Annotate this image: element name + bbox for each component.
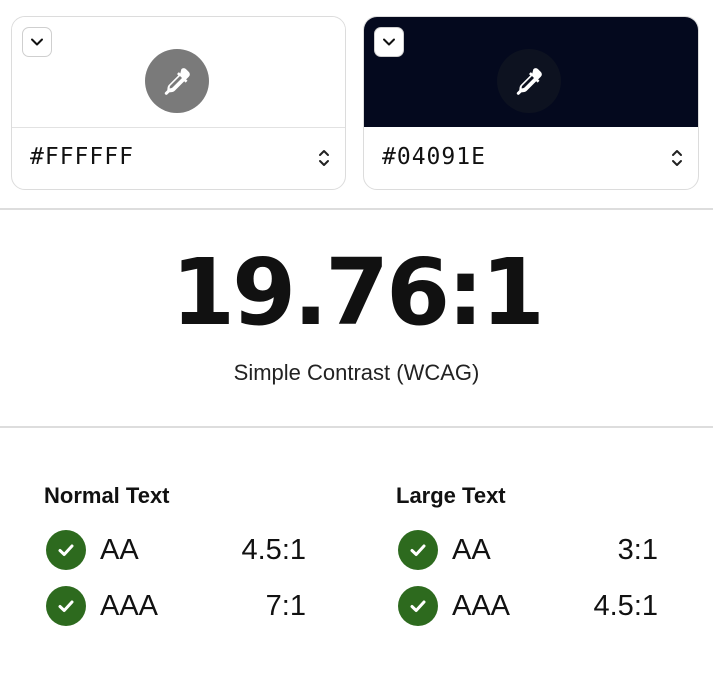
contrast-ratio-label: Simple Contrast (WCAG) <box>233 360 480 385</box>
check-circle-icon <box>398 586 438 626</box>
background-color-swatch <box>364 17 698 127</box>
foreground-hex-value[interactable]: #FFFFFF <box>30 144 134 170</box>
chevron-up-down-icon[interactable] <box>670 147 684 169</box>
foreground-color-card: #FFFFFF <box>11 16 346 190</box>
check-circle-icon <box>46 586 86 626</box>
contrast-ratio-value: 19.76:1 <box>171 239 545 346</box>
foreground-eyedropper-button[interactable] <box>145 49 209 113</box>
middle-divider <box>0 426 713 428</box>
eyedropper-icon <box>164 68 190 95</box>
result-row: AAA 4.5:1 <box>396 586 658 642</box>
foreground-color-swatch <box>12 17 345 128</box>
result-level: AA <box>100 534 139 566</box>
background-color-card: #04091E <box>363 16 699 190</box>
normal-text-results: Normal Text AA 4.5:1 AAA 7:1 <box>44 482 306 642</box>
chevron-down-icon <box>383 38 395 46</box>
top-divider <box>0 208 713 210</box>
chevron-up-down-icon[interactable] <box>317 147 331 169</box>
normal-text-title: Normal Text <box>44 483 170 508</box>
result-row: AA 3:1 <box>396 530 658 586</box>
background-toggle-button[interactable] <box>374 27 404 57</box>
result-requirement: 4.5:1 <box>593 590 659 622</box>
eyedropper-icon <box>516 68 542 95</box>
background-eyedropper-button[interactable] <box>497 49 561 113</box>
chevron-down-icon <box>31 38 43 46</box>
background-hex-field[interactable]: #04091E <box>364 127 698 189</box>
result-requirement: 3:1 <box>617 534 658 566</box>
result-level: AAA <box>452 590 511 622</box>
result-requirement: 7:1 <box>265 590 306 622</box>
large-text-results: Large Text AA 3:1 AAA 4.5:1 <box>396 482 658 642</box>
background-hex-value[interactable]: #04091E <box>382 144 486 170</box>
result-row: AAA 7:1 <box>44 586 306 642</box>
result-level: AAA <box>100 590 159 622</box>
foreground-toggle-button[interactable] <box>22 27 52 57</box>
result-row: AA 4.5:1 <box>44 530 306 586</box>
result-requirement: 4.5:1 <box>241 534 307 566</box>
check-circle-icon <box>398 530 438 570</box>
foreground-hex-field[interactable]: #FFFFFF <box>12 127 345 189</box>
large-text-title: Large Text <box>396 483 506 508</box>
check-circle-icon <box>46 530 86 570</box>
result-level: AA <box>452 534 491 566</box>
